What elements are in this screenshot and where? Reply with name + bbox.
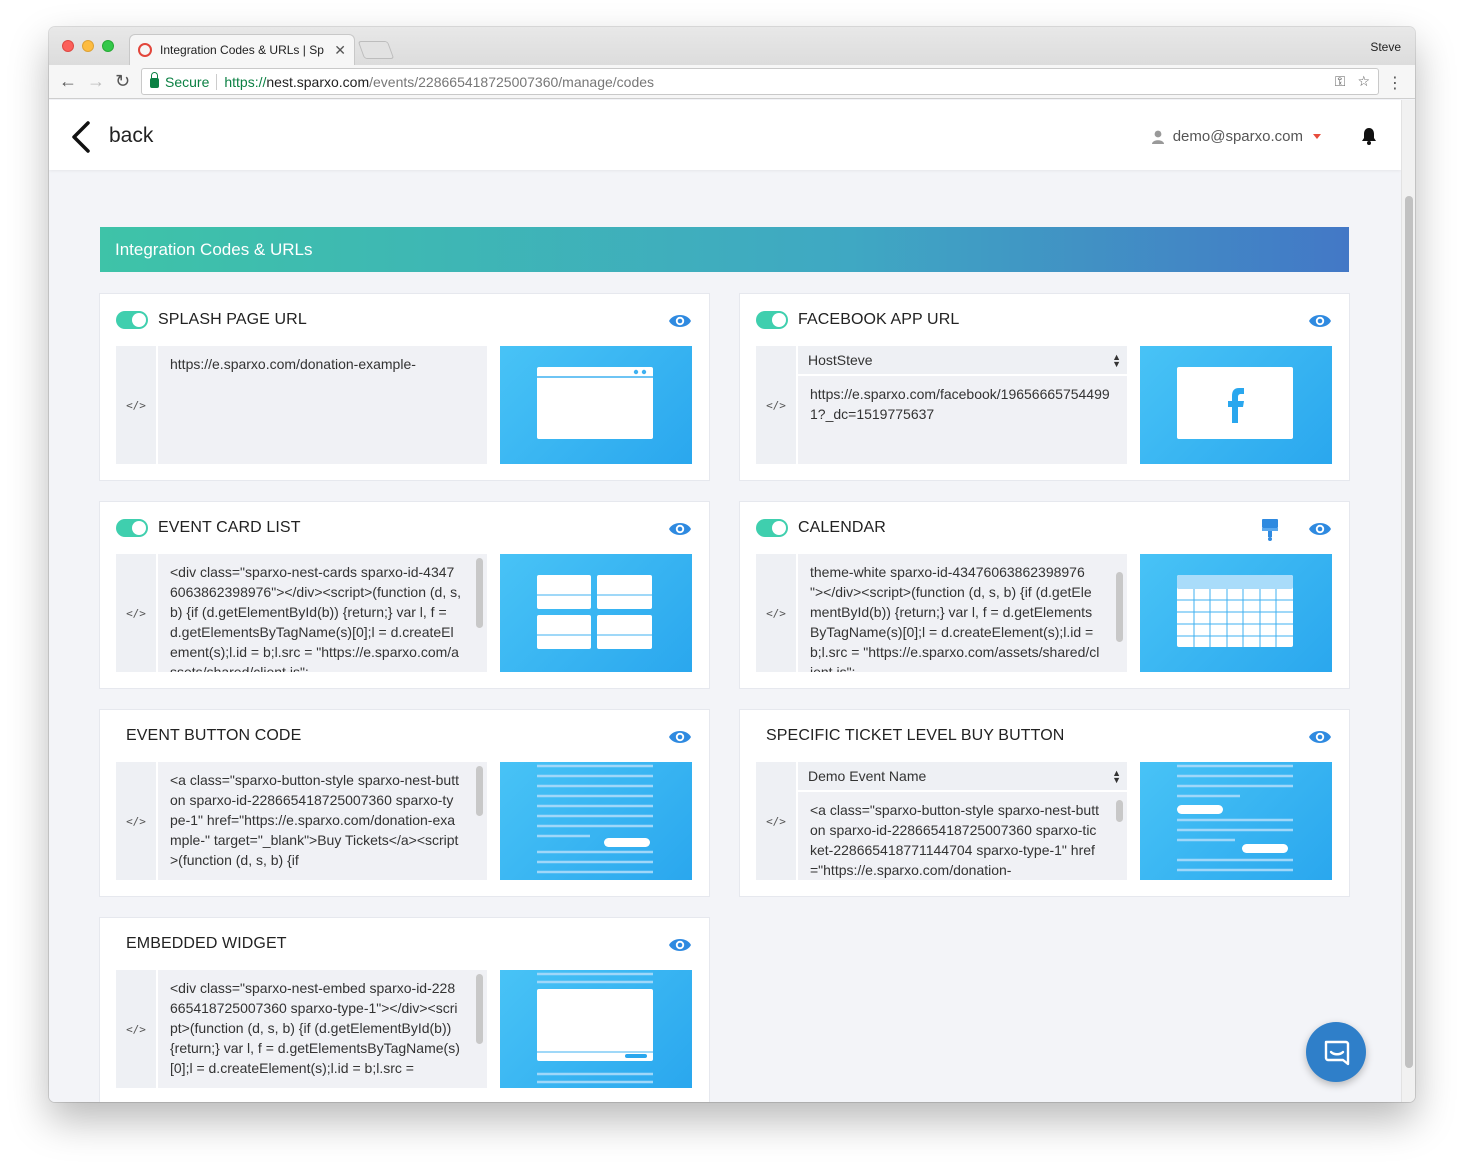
eye-icon[interactable] (668, 728, 692, 746)
chat-launcher-button[interactable] (1306, 1022, 1366, 1082)
ticket-button-preview-icon[interactable] (1140, 762, 1332, 880)
host-select-value: HostSteve (808, 352, 873, 368)
eye-icon[interactable] (668, 312, 692, 330)
card-title: SPLASH PAGE URL (158, 311, 307, 328)
code-icon[interactable]: </> (756, 762, 796, 880)
user-icon (1151, 130, 1164, 144)
url-text[interactable]: https://e.sparxo.com/facebook/1965666575… (798, 376, 1127, 464)
url-text[interactable]: https://e.sparxo.com/donation-example- (158, 346, 487, 464)
chat-icon (1324, 1040, 1350, 1066)
back-arrow-icon[interactable]: ← (59, 71, 77, 92)
chevron-left-icon[interactable] (69, 120, 99, 154)
favicon-icon (138, 43, 152, 57)
card-event-card-list: EVENT CARD LIST </> <div class="sparxo-n… (99, 501, 710, 689)
title-bar: Integration Codes & URLs | Sp ✕ Steve (49, 27, 1415, 65)
user-menu[interactable]: demo@sparxo.com (1151, 128, 1321, 145)
user-email: demo@sparxo.com (1172, 128, 1303, 145)
url-scheme: https:// (224, 73, 267, 90)
event-select-value: Demo Event Name (808, 768, 927, 784)
page-content: back demo@sparxo.com Integration Codes &… (49, 100, 1401, 1102)
browser-toolbar: ← → ↻ Secure https:// nest.sparxo.com /e… (49, 65, 1415, 99)
star-icon[interactable]: ☆ (1357, 73, 1370, 90)
facebook-app-toggle[interactable] (756, 311, 788, 329)
card-splash-page-url: SPLASH PAGE URL </> https://e.sparxo.com… (99, 293, 710, 481)
card-title: EVENT CARD LIST (158, 519, 301, 536)
event-card-list-toggle[interactable] (116, 519, 148, 537)
code-icon[interactable]: </> (116, 762, 156, 880)
eye-icon[interactable] (1308, 520, 1332, 538)
embed-code-text[interactable]: <div class="sparxo-nest-cards sparxo-id-… (158, 554, 487, 672)
embedded-widget-preview-icon[interactable] (500, 970, 692, 1088)
profile-name[interactable]: Steve (1370, 40, 1401, 54)
eye-icon[interactable] (668, 936, 692, 954)
code-scrollbar[interactable] (476, 974, 483, 1044)
paint-brush-icon[interactable] (1261, 518, 1279, 542)
address-bar[interactable]: Secure https:// nest.sparxo.com /events/… (141, 68, 1379, 95)
browser-window: Integration Codes & URLs | Sp ✕ Steve ← … (49, 27, 1415, 1102)
event-select[interactable]: Demo Event Name ▲ ▼ (798, 762, 1127, 792)
card-facebook-app-url: FACEBOOK APP URL </> HostSteve ▲ ▼ https:… (739, 293, 1350, 481)
code-scrollbar[interactable] (476, 766, 483, 816)
code-scrollbar[interactable] (1116, 572, 1123, 642)
code-scrollbar[interactable] (1116, 800, 1123, 822)
card-grid-preview-icon[interactable] (500, 554, 692, 672)
select-arrows-icon: ▲ ▼ (1112, 768, 1121, 785)
card-title: EVENT BUTTON CODE (126, 727, 302, 744)
back-link[interactable]: back (109, 124, 153, 148)
secure-label: Secure (165, 73, 210, 90)
section-banner: Integration Codes & URLs (100, 227, 1349, 272)
code-icon[interactable]: </> (116, 970, 156, 1088)
embed-code-text[interactable]: <a class="sparxo-button-style sparxo-nes… (798, 792, 1127, 880)
embed-code-text[interactable]: <div class="sparxo-nest-embed sparxo-id-… (158, 970, 487, 1088)
code-icon[interactable]: </> (756, 554, 796, 672)
card-title: FACEBOOK APP URL (798, 311, 960, 328)
host-select[interactable]: HostSteve ▲ ▼ (798, 346, 1127, 376)
embed-code-text[interactable]: <a class="sparxo-button-style sparxo-nes… (158, 762, 487, 880)
card-title: CALENDAR (798, 519, 886, 536)
eye-icon[interactable] (1308, 728, 1332, 746)
card-calendar: CALENDAR </> theme-white sparxo-id-43476… (739, 501, 1350, 689)
reload-icon[interactable]: ↻ (115, 71, 130, 92)
page-scroll-thumb[interactable] (1405, 196, 1413, 1068)
lock-icon (150, 72, 159, 88)
select-arrows-icon: ▲ ▼ (1112, 352, 1121, 369)
code-scrollbar[interactable] (476, 558, 483, 628)
maximize-window-button[interactable] (102, 40, 114, 52)
forward-arrow-icon[interactable]: → (87, 71, 105, 92)
tab-title: Integration Codes & URLs | Sp (160, 43, 324, 57)
calendar-toggle[interactable] (756, 519, 788, 537)
minimize-window-button[interactable] (82, 40, 94, 52)
splash-page-toggle[interactable] (116, 311, 148, 329)
calendar-preview-icon[interactable] (1140, 554, 1332, 672)
card-title: EMBEDDED WIDGET (126, 935, 287, 952)
card-specific-ticket-buy-button: SPECIFIC TICKET LEVEL BUY BUTTON </> Dem… (739, 709, 1350, 897)
tab-close-icon[interactable]: ✕ (334, 42, 346, 59)
eye-icon[interactable] (1308, 312, 1332, 330)
code-icon[interactable]: </> (116, 346, 156, 464)
url-path: /events/228665418725007360/manage/codes (369, 73, 655, 90)
facebook-preview-icon[interactable] (1140, 346, 1332, 464)
button-page-preview-icon[interactable] (500, 762, 692, 880)
embed-code-text[interactable]: theme-white sparxo-id-43476063862398976 … (798, 554, 1127, 672)
section-title: Integration Codes & URLs (115, 239, 313, 259)
bell-icon[interactable] (1361, 127, 1377, 145)
browser-tab[interactable]: Integration Codes & URLs | Sp ✕ (129, 34, 355, 65)
more-menu-icon[interactable]: ⋮ (1387, 73, 1403, 93)
code-icon[interactable]: </> (756, 346, 796, 464)
code-icon[interactable]: </> (116, 554, 156, 672)
page-scrollbar[interactable] (1401, 100, 1415, 1102)
close-window-button[interactable] (62, 40, 74, 52)
caret-down-icon (1313, 134, 1321, 139)
key-icon[interactable]: ⚿ (1335, 73, 1346, 90)
card-title: SPECIFIC TICKET LEVEL BUY BUTTON (766, 727, 1065, 744)
new-tab-button[interactable] (357, 41, 395, 59)
eye-icon[interactable] (668, 520, 692, 538)
card-event-button-code: EVENT BUTTON CODE </> <a class="sparxo-b… (99, 709, 710, 897)
app-header: back demo@sparxo.com (49, 100, 1401, 170)
card-embedded-widget: EMBEDDED WIDGET </> <div class="sparxo-n… (99, 917, 710, 1102)
browser-window-preview-icon[interactable] (500, 346, 692, 464)
url-host: nest.sparxo.com (266, 73, 370, 90)
